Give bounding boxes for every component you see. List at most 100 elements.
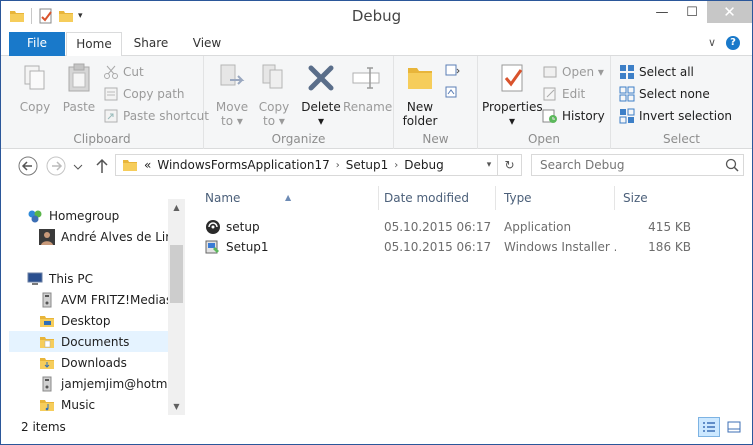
large-icons-view-button[interactable]	[723, 417, 745, 437]
open-group-label: Open	[527, 132, 561, 146]
breadcrumb-overflow[interactable]: «	[144, 158, 151, 172]
history-icon	[542, 109, 557, 123]
close-button[interactable]: ✕	[707, 1, 752, 23]
help-icon[interactable]: ?	[726, 36, 740, 50]
nav-item-downloads[interactable]: Downloads	[39, 352, 168, 373]
sort-ascending-icon: ▲	[285, 193, 292, 202]
search-input[interactable]	[540, 158, 721, 172]
scroll-up-icon[interactable]: ▲	[168, 199, 185, 216]
properties-button[interactable]: Properties ▾	[482, 62, 543, 128]
media-server-icon	[42, 376, 52, 391]
paste-icon	[68, 63, 90, 92]
paste-button[interactable]: Paste	[59, 62, 99, 114]
copy-icon	[24, 65, 45, 90]
move-to-icon	[220, 64, 245, 86]
nav-item-homegroup[interactable]: Homegroup	[27, 205, 168, 226]
column-header-size[interactable]: Size	[615, 186, 695, 210]
nav-item-avm-fritz[interactable]: AVM FRITZ!Mediaser	[39, 289, 168, 310]
computer-icon	[27, 272, 43, 285]
address-bar[interactable]: « WindowsFormsApplication17 › Setup1 › D…	[115, 154, 522, 176]
copy-path-button[interactable]: Copy path	[103, 86, 185, 102]
details-view-button[interactable]	[698, 417, 720, 437]
cut-button[interactable]: Cut	[103, 64, 144, 80]
scroll-down-icon[interactable]: ▼	[168, 398, 185, 415]
large-icons-view-icon	[727, 421, 741, 433]
msi-installer-icon	[205, 240, 219, 254]
file-name: Setup1	[205, 237, 269, 257]
nav-item-user[interactable]: André Alves de Lima	[39, 226, 168, 247]
open-button[interactable]: Open ▾	[542, 64, 604, 80]
tab-home[interactable]: Home	[66, 32, 122, 57]
status-bar: 2 items	[1, 415, 752, 444]
navigation-bar: « WindowsFormsApplication17 › Setup1 › D…	[1, 149, 752, 183]
paste-shortcut-icon	[104, 109, 118, 123]
nav-item-jamjemjim[interactable]: jamjemjim@hotmail	[39, 373, 168, 394]
nav-item-this-pc[interactable]: This PC	[27, 268, 168, 289]
column-header-date-modified[interactable]: Date modified	[376, 186, 496, 210]
new-folder-button[interactable]: New folder	[400, 62, 440, 128]
table-row[interactable]: Setup1 05.10.2015 06:17 Windows Installe…	[197, 237, 717, 257]
new-item-button[interactable]	[445, 62, 461, 78]
breadcrumb-windowsformsapplication17[interactable]: WindowsFormsApplication17	[157, 158, 329, 172]
tab-share[interactable]: Share	[125, 32, 177, 56]
file-name: setup	[205, 217, 260, 237]
forward-arrow-icon[interactable]	[45, 155, 67, 177]
ribbon-tabs: File Home Share View ∨ ?	[1, 32, 752, 57]
explorer-window: ▾ Debug — ☐ ✕ File Home Share View ∨ ? C…	[0, 0, 753, 445]
navigation-pane: Homegroup André Alves de Lima This PC AV…	[1, 197, 185, 415]
move-to-button[interactable]: Move to ▾	[212, 62, 252, 128]
history-button[interactable]: History	[542, 108, 605, 124]
nav-pane-scrollbar[interactable]: ▲ ▼	[168, 199, 185, 415]
select-none-button[interactable]: Select none	[619, 86, 710, 102]
minimize-button[interactable]: —	[647, 1, 677, 23]
select-all-icon	[620, 65, 634, 79]
copy-path-icon	[104, 87, 118, 101]
copy-button[interactable]: Copy	[15, 62, 55, 114]
table-row[interactable]: setup 05.10.2015 06:17 Application 415 K…	[197, 217, 717, 237]
delete-icon	[308, 65, 334, 91]
easy-access-button[interactable]	[445, 84, 461, 100]
address-dropdown-icon[interactable]: ▾	[481, 160, 497, 170]
clipboard-group: Copy Paste Cut Copy path Paste shortcut …	[1, 56, 209, 149]
maximize-button[interactable]: ☐	[677, 1, 707, 23]
column-header-type[interactable]: Type	[496, 186, 615, 210]
tab-file[interactable]: File	[9, 32, 65, 56]
delete-button[interactable]: Delete ▾	[301, 62, 341, 128]
back-arrow-icon[interactable]	[17, 155, 39, 177]
search-box	[531, 154, 744, 176]
folder-icon	[123, 160, 137, 171]
nav-item-desktop[interactable]: Desktop	[39, 310, 168, 331]
select-all-button[interactable]: Select all	[619, 64, 694, 80]
tab-view[interactable]: View	[181, 32, 233, 56]
file-date: 05.10.2015 06:17	[384, 220, 492, 234]
breadcrumb-separator[interactable]: ›	[394, 160, 398, 171]
paste-shortcut-button[interactable]: Paste shortcut	[103, 108, 209, 124]
collapse-ribbon-icon[interactable]: ∨	[708, 36, 716, 50]
details-view-icon	[703, 422, 715, 432]
homegroup-icon	[28, 210, 42, 222]
breadcrumb: « WindowsFormsApplication17 › Setup1 › D…	[116, 157, 481, 173]
nav-item-documents[interactable]: Documents	[9, 331, 168, 352]
tab-icons: ∨ ?	[708, 36, 740, 50]
breadcrumb-setup1[interactable]: Setup1	[346, 158, 389, 172]
nav-item-music[interactable]: Music	[39, 394, 168, 415]
media-server-icon	[42, 292, 52, 307]
file-date: 05.10.2015 06:17	[384, 240, 492, 254]
breadcrumb-separator[interactable]: ›	[336, 160, 340, 171]
refresh-icon[interactable]: ↻	[497, 155, 521, 175]
edit-icon	[543, 87, 556, 101]
invert-selection-button[interactable]: Invert selection	[619, 108, 732, 124]
rename-button[interactable]: Rename	[343, 62, 392, 114]
select-group: Select all Select none Invert selection …	[611, 56, 752, 149]
window-controls: — ☐ ✕	[647, 1, 752, 23]
copy-to-button[interactable]: Copy to ▾	[254, 62, 294, 128]
ribbon: Copy Paste Cut Copy path Paste shortcut …	[1, 56, 752, 149]
scroll-thumb[interactable]	[170, 245, 183, 303]
breadcrumb-debug[interactable]: Debug	[404, 158, 443, 172]
recent-locations-icon[interactable]	[71, 155, 85, 177]
column-header-name[interactable]: Name ▲	[197, 186, 379, 210]
search-icon[interactable]	[721, 158, 743, 172]
edit-button[interactable]: Edit	[542, 86, 585, 102]
file-size: 415 KB	[648, 220, 691, 234]
up-arrow-icon[interactable]	[93, 155, 111, 177]
